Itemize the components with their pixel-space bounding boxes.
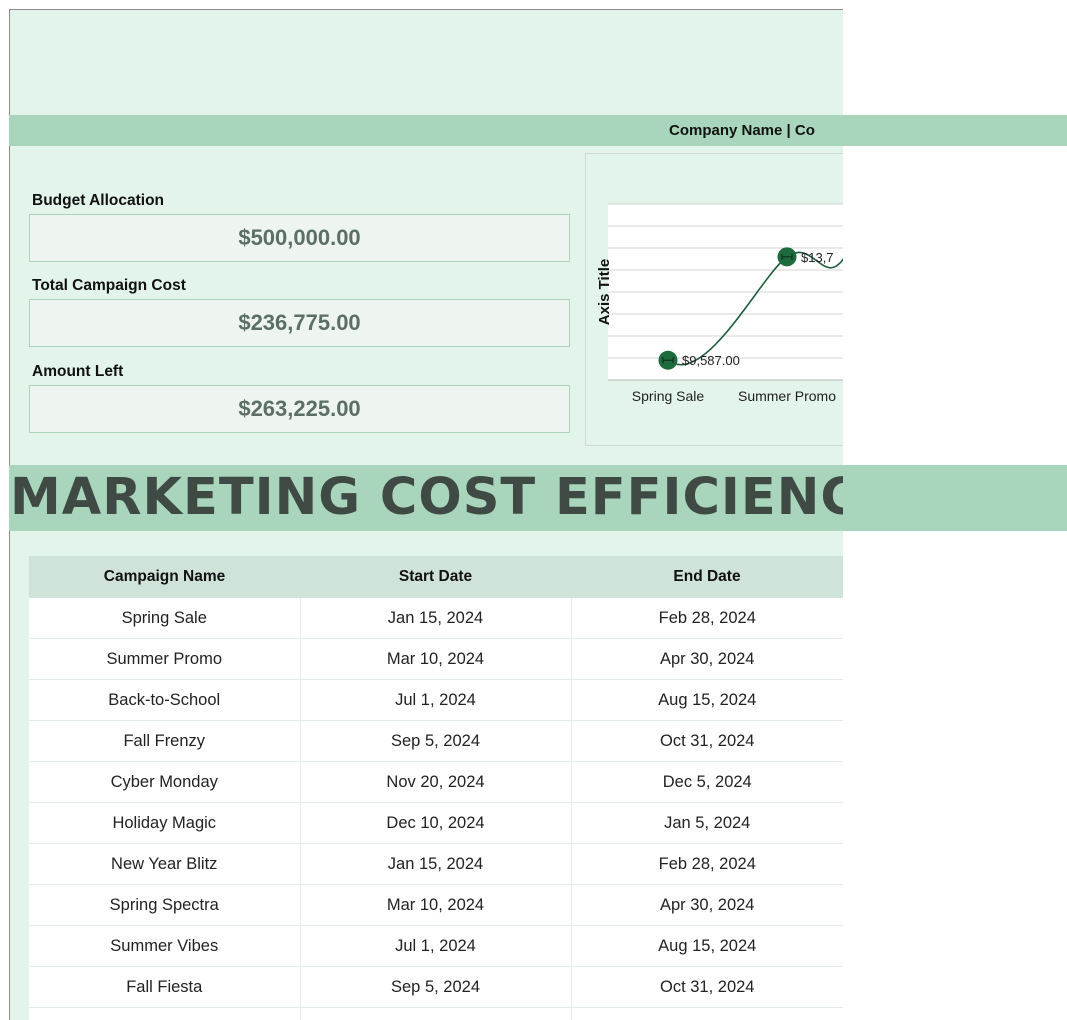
end-date-cell[interactable]: Oct 31, 2024	[571, 966, 843, 1008]
column-header-start-date[interactable]: Start Date	[300, 556, 571, 598]
table-header-row: Campaign Name Start Date End Date	[29, 556, 843, 598]
campaign-name-cell[interactable]: Spring Sale	[29, 598, 301, 639]
budget-allocation-value[interactable]: $500,000.00	[29, 214, 570, 262]
table-row	[29, 1007, 843, 1020]
campaign-name-cell[interactable]: Back-to-School	[29, 679, 301, 721]
table-row: Holiday Magic Dec 10, 2024 Jan 5, 2024	[29, 802, 843, 844]
total-campaign-cost-label: Total Campaign Cost	[32, 277, 186, 294]
table-row: Fall Frenzy Sep 5, 2024 Oct 31, 2024	[29, 720, 843, 762]
column-header-campaign-name[interactable]: Campaign Name	[29, 556, 300, 598]
company-band	[9, 115, 1067, 146]
campaign-name-cell[interactable]: Fall Frenzy	[29, 720, 301, 762]
campaign-name-cell[interactable]: Summer Promo	[29, 638, 301, 680]
campaign-name-cell[interactable]: Fall Fiesta	[29, 966, 301, 1008]
start-date-cell[interactable]	[300, 1007, 572, 1020]
column-header-end-date[interactable]: End Date	[571, 556, 843, 598]
table-row: New Year Blitz Jan 15, 2024 Feb 28, 2024	[29, 843, 843, 885]
total-campaign-cost-value[interactable]: $236,775.00	[29, 299, 570, 347]
start-date-cell[interactable]: Mar 10, 2024	[300, 638, 572, 680]
table-row: Summer Vibes Jul 1, 2024 Aug 15, 2024	[29, 925, 843, 967]
data-label: $13,7	[801, 250, 834, 265]
table-row: Spring Spectra Mar 10, 2024 Apr 30, 2024	[29, 884, 843, 926]
end-date-cell[interactable]: Aug 15, 2024	[571, 679, 843, 721]
company-name-cell[interactable]: Company Name | Co	[669, 115, 843, 146]
start-date-cell[interactable]: Jul 1, 2024	[300, 679, 572, 721]
table-row: Fall Fiesta Sep 5, 2024 Oct 31, 2024	[29, 966, 843, 1008]
end-date-cell[interactable]: Aug 15, 2024	[571, 925, 843, 967]
end-date-cell[interactable]: Feb 28, 2024	[571, 843, 843, 885]
amount-left-value[interactable]: $263,225.00	[29, 385, 570, 433]
start-date-cell[interactable]: Nov 20, 2024	[300, 761, 572, 803]
x-tick-label: Summer Promo	[738, 388, 836, 404]
campaign-name-cell[interactable]: Summer Vibes	[29, 925, 301, 967]
end-date-cell[interactable]: Oct 31, 2024	[571, 720, 843, 762]
campaign-name-cell[interactable]: New Year Blitz	[29, 843, 301, 885]
start-date-cell[interactable]: Mar 10, 2024	[300, 884, 572, 926]
start-date-cell[interactable]: Sep 5, 2024	[300, 966, 572, 1008]
data-label: $9,587.00	[682, 353, 740, 368]
end-date-cell[interactable]	[571, 1007, 843, 1020]
table-row: Spring Sale Jan 15, 2024 Feb 28, 2024	[29, 598, 843, 639]
end-date-cell[interactable]: Apr 30, 2024	[571, 884, 843, 926]
page-title: MARKETING COST EFFICIENCY	[10, 468, 843, 527]
table-row: Summer Promo Mar 10, 2024 Apr 30, 2024	[29, 638, 843, 680]
campaign-name-cell[interactable]: Spring Spectra	[29, 884, 301, 926]
start-date-cell[interactable]: Jan 15, 2024	[300, 843, 572, 885]
start-date-cell[interactable]: Dec 10, 2024	[300, 802, 572, 844]
start-date-cell[interactable]: Sep 5, 2024	[300, 720, 572, 762]
budget-allocation-label: Budget Allocation	[32, 192, 165, 209]
x-tick-label: Spring Sale	[632, 388, 705, 404]
amount-left-label: Amount Left	[32, 363, 124, 380]
end-date-cell[interactable]: Dec 5, 2024	[571, 761, 843, 803]
start-date-cell[interactable]: Jan 15, 2024	[300, 598, 572, 639]
table-row: Back-to-School Jul 1, 2024 Aug 15, 2024	[29, 679, 843, 721]
y-axis-title: Axis Title	[596, 259, 613, 325]
campaign-name-cell[interactable]: Cyber Monday	[29, 761, 301, 803]
campaign-name-cell[interactable]	[29, 1007, 301, 1020]
end-date-cell[interactable]: Jan 5, 2024	[571, 802, 843, 844]
campaign-cost-chart[interactable]: Axis Title $9,587.00 $13,7 Spring Sale Summe…	[585, 153, 843, 446]
campaign-table: Campaign Name Start Date End Date Spring…	[29, 556, 843, 1020]
spreadsheet-view: Company Name | Co Budget Allocation $500…	[0, 0, 1067, 1020]
end-date-cell[interactable]: Apr 30, 2024	[571, 638, 843, 680]
campaign-name-cell[interactable]: Holiday Magic	[29, 802, 301, 844]
table-row: Cyber Monday Nov 20, 2024 Dec 5, 2024	[29, 761, 843, 803]
start-date-cell[interactable]: Jul 1, 2024	[300, 925, 572, 967]
end-date-cell[interactable]: Feb 28, 2024	[571, 598, 843, 639]
